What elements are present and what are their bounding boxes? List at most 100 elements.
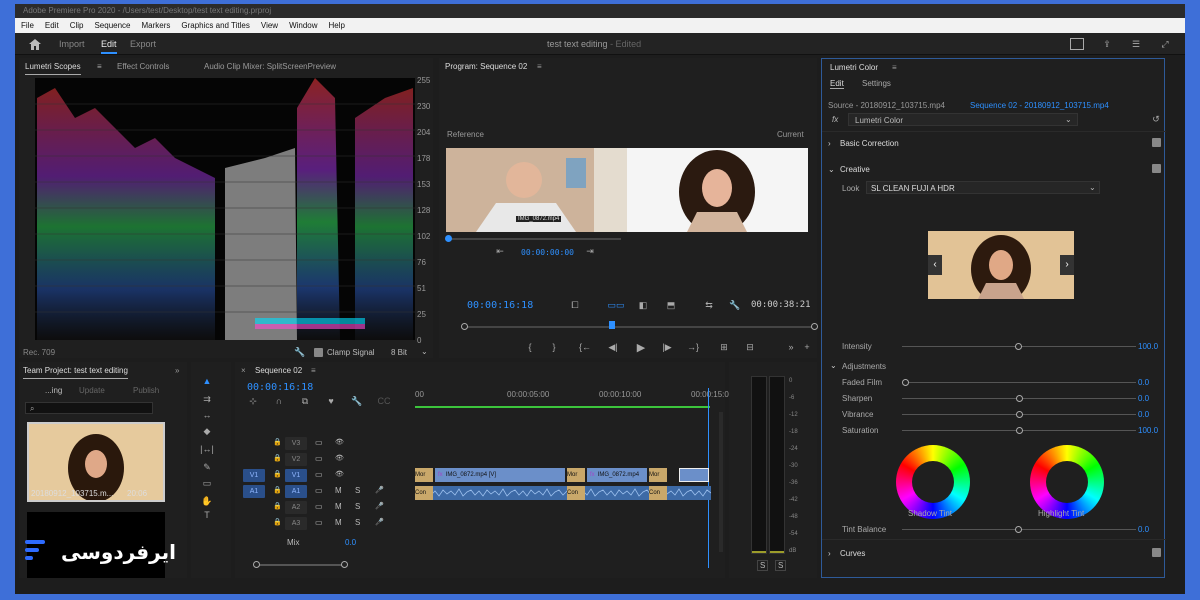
publish-button[interactable]: Publish bbox=[133, 386, 159, 395]
mark-in-icon[interactable]: { bbox=[525, 342, 535, 352]
insert-icon[interactable]: ⊞ bbox=[717, 342, 731, 352]
tint-balance-knob[interactable] bbox=[1015, 526, 1022, 533]
transition-clip[interactable]: Mor bbox=[415, 468, 433, 482]
sync-lock-icon[interactable]: ▭ bbox=[315, 454, 323, 463]
play-icon[interactable]: ▶ bbox=[635, 342, 647, 354]
playhead-timecode[interactable]: 00:00:16:18 bbox=[467, 300, 533, 311]
timeline-settings-icon[interactable]: 🔧 bbox=[351, 396, 363, 406]
mute-button[interactable]: M bbox=[335, 502, 342, 511]
menu-item-graphics-and-titles[interactable]: Graphics and Titles bbox=[181, 21, 249, 30]
compare-view-icon[interactable]: ⧠ bbox=[569, 300, 581, 310]
zoom-handle-right[interactable] bbox=[811, 323, 818, 330]
highlight-tint-wheel[interactable] bbox=[1030, 445, 1104, 519]
linked-selection-icon[interactable]: ⧉ bbox=[299, 396, 311, 406]
panel-menu-icon[interactable]: ≡ bbox=[892, 59, 897, 76]
panel-menu-icon[interactable]: ≡ bbox=[537, 58, 542, 75]
step-back-frame-icon[interactable]: ◀| bbox=[607, 342, 619, 352]
microphone-icon[interactable]: 🎤 bbox=[375, 518, 384, 526]
menu-item-view[interactable]: View bbox=[261, 21, 278, 30]
reset-icon[interactable]: ↺ bbox=[1150, 113, 1162, 125]
mix-value[interactable]: 0.0 bbox=[345, 538, 356, 547]
track-target-a2[interactable]: A2 bbox=[285, 501, 307, 514]
export-tab[interactable]: Export bbox=[130, 39, 156, 49]
adjustment-slider-knob[interactable] bbox=[1016, 411, 1023, 418]
import-tab[interactable]: Import bbox=[59, 39, 85, 49]
chevron-right-icon[interactable]: › bbox=[828, 549, 831, 558]
selection-tool-icon[interactable]: ▲ bbox=[199, 374, 215, 388]
expand-icon[interactable]: » bbox=[175, 362, 179, 379]
source-patch-a1[interactable]: A1 bbox=[243, 485, 265, 498]
intensity-value[interactable]: 100.0 bbox=[1138, 342, 1158, 351]
menu-item-help[interactable]: Help bbox=[329, 21, 345, 30]
step-back-icon[interactable]: ⇤ bbox=[493, 246, 507, 256]
basic-correction-checkbox[interactable] bbox=[1152, 138, 1161, 147]
add-button-icon[interactable]: + bbox=[801, 342, 813, 352]
basic-correction-header[interactable]: Basic Correction bbox=[840, 139, 899, 148]
highlight-tint-center[interactable] bbox=[1046, 461, 1088, 503]
zoom-handle-left[interactable] bbox=[461, 323, 468, 330]
clamp-signal-checkbox[interactable] bbox=[314, 348, 323, 357]
adjustment-slider-knob[interactable] bbox=[1016, 427, 1023, 434]
transition-clip[interactable]: Mor bbox=[567, 468, 585, 482]
more-controls-icon[interactable]: » bbox=[785, 342, 797, 352]
edit-tab[interactable]: Edit bbox=[101, 39, 117, 54]
reference-scrubber[interactable] bbox=[446, 238, 621, 240]
audio-transition[interactable]: Con bbox=[415, 486, 433, 500]
track-target-a3[interactable]: A3 bbox=[285, 517, 307, 530]
shadow-tint-center[interactable] bbox=[912, 461, 954, 503]
look-select[interactable]: SL CLEAN FUJI A HDR ⌄ bbox=[866, 181, 1100, 194]
slider-value[interactable]: 0.0 bbox=[1138, 410, 1149, 419]
reference-timecode[interactable]: 00:00:00:00 bbox=[521, 248, 574, 257]
sync-lock-icon[interactable]: ▭ bbox=[315, 502, 323, 511]
captions-icon[interactable]: CC bbox=[377, 396, 391, 406]
chevron-right-icon[interactable]: › bbox=[828, 139, 831, 148]
quick-export-icon[interactable] bbox=[1070, 38, 1084, 50]
shadow-tint-wheel[interactable] bbox=[896, 445, 970, 519]
chevron-down-icon[interactable]: ⌄ bbox=[828, 165, 835, 174]
sync-lock-icon[interactable]: ▭ bbox=[315, 438, 323, 447]
video-clip-2[interactable]: fx IMG_0872.mp4 bbox=[587, 468, 647, 482]
solo-left-button[interactable]: S bbox=[757, 560, 769, 571]
bit-depth-select[interactable]: 8 Bit bbox=[391, 348, 407, 357]
sequence-source-label[interactable]: Sequence 02 - 20180912_103715.mp4 bbox=[970, 101, 1109, 110]
tab-lumetri-scopes[interactable]: Lumetri Scopes bbox=[25, 58, 81, 75]
chevron-down-icon[interactable]: ⌄ bbox=[830, 361, 837, 370]
track-target-v3[interactable]: V3 bbox=[285, 437, 307, 450]
track-target-v2[interactable]: V2 bbox=[285, 453, 307, 466]
previous-look-icon[interactable]: ‹ bbox=[928, 255, 942, 275]
menu-item-file[interactable]: File bbox=[21, 21, 34, 30]
mark-out-icon[interactable]: } bbox=[549, 342, 559, 352]
wrench-icon[interactable]: 🔧 bbox=[294, 347, 305, 357]
reference-playhead[interactable] bbox=[445, 235, 452, 242]
vertical-scrollbar[interactable] bbox=[719, 412, 723, 552]
slip-tool-icon[interactable]: |↔| bbox=[199, 442, 215, 456]
nest-icon[interactable]: ⊹ bbox=[247, 396, 259, 406]
share-icon[interactable]: ⇪ bbox=[1100, 37, 1114, 51]
microphone-icon[interactable]: 🎤 bbox=[375, 486, 384, 494]
adjustment-slider-knob[interactable] bbox=[902, 379, 909, 386]
sync-lock-icon[interactable]: ▭ bbox=[315, 518, 323, 527]
sequence-tab[interactable]: Sequence 02 bbox=[255, 362, 302, 379]
track-target-a1[interactable]: A1 bbox=[285, 485, 307, 498]
lock-icon[interactable]: 🔒 bbox=[273, 470, 282, 478]
go-to-in-icon[interactable]: {← bbox=[579, 342, 591, 352]
lock-icon[interactable]: 🔒 bbox=[273, 502, 282, 510]
update-button[interactable]: Update bbox=[79, 386, 105, 395]
creative-checkbox[interactable] bbox=[1152, 164, 1161, 173]
vertical-split-icon[interactable]: ◧ bbox=[637, 300, 649, 310]
eye-icon[interactable]: 👁 bbox=[335, 454, 344, 462]
tab-edit[interactable]: Edit bbox=[830, 79, 844, 89]
snap-icon[interactable]: ∩ bbox=[273, 396, 285, 406]
settings-lines-icon[interactable]: ☰ bbox=[1129, 37, 1143, 51]
side-by-side-icon[interactable]: ▭▭ bbox=[608, 300, 625, 310]
close-icon[interactable]: × bbox=[241, 362, 246, 379]
solo-button[interactable]: S bbox=[355, 486, 360, 495]
source-patch-v1[interactable]: V1 bbox=[243, 469, 265, 482]
overwrite-icon[interactable]: ⊟ bbox=[743, 342, 757, 352]
settings-wrench-icon[interactable]: 🔧 bbox=[729, 300, 741, 310]
scroll-handle-right[interactable] bbox=[341, 561, 348, 568]
solo-button[interactable]: S bbox=[355, 518, 360, 527]
razor-tool-icon[interactable]: ◆ bbox=[199, 424, 215, 438]
curves-checkbox[interactable] bbox=[1152, 548, 1161, 557]
mute-button[interactable]: M bbox=[335, 486, 342, 495]
